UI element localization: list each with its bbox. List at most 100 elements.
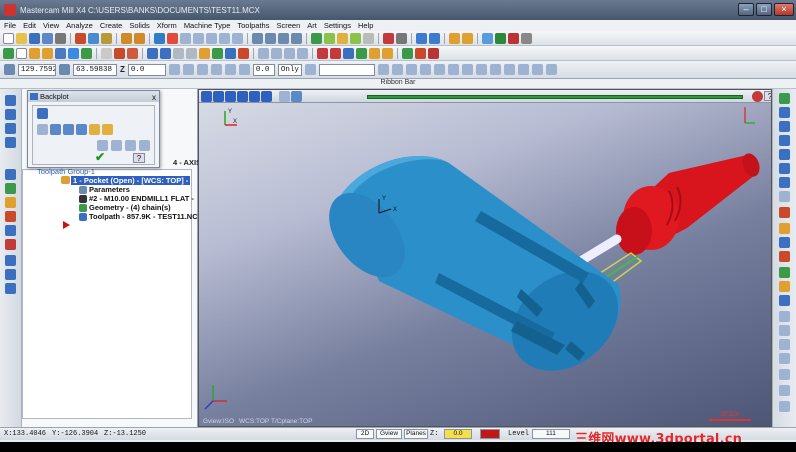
solid-loft-icon[interactable] xyxy=(238,47,249,59)
ribbon-option-icon[interactable] xyxy=(503,64,515,75)
ribbon-option-icon[interactable] xyxy=(475,64,487,75)
options-icon[interactable] xyxy=(111,140,122,151)
stock-setup-icon[interactable] xyxy=(428,47,439,59)
x-coordinate-field[interactable]: 129.7592 xyxy=(18,63,56,76)
analyze-icon[interactable] xyxy=(383,32,394,44)
plane-icon[interactable] xyxy=(779,237,790,248)
verify-icon[interactable] xyxy=(482,32,493,44)
level-manager-icon[interactable] xyxy=(779,267,790,278)
dynamic-rotate-icon[interactable] xyxy=(779,177,790,188)
gview-top-icon[interactable] xyxy=(252,32,263,44)
help-question-icon[interactable]: ? xyxy=(133,153,145,163)
unblank-icon[interactable] xyxy=(779,339,790,350)
fit-icon[interactable] xyxy=(167,32,178,44)
circle-icon[interactable] xyxy=(29,47,40,59)
attributes-icon[interactable] xyxy=(429,32,440,44)
color-swatch[interactable] xyxy=(480,429,500,439)
menu-analyze[interactable]: Analyze xyxy=(66,21,93,30)
delete-ops-icon[interactable] xyxy=(5,269,16,280)
expand-arrow-icon[interactable] xyxy=(37,108,48,119)
offset-icon[interactable] xyxy=(271,47,282,59)
vcr-help-icon[interactable]: ? xyxy=(764,91,771,101)
point-icon[interactable] xyxy=(3,47,14,59)
menu-file[interactable]: File xyxy=(4,21,16,30)
menu-create[interactable]: Create xyxy=(100,21,123,30)
delete-icon[interactable] xyxy=(396,32,407,44)
menu-settings[interactable]: Settings xyxy=(324,21,351,30)
hidden-line-icon[interactable] xyxy=(337,32,348,44)
ribbon-option-icon[interactable] xyxy=(377,64,389,75)
ribbon-option-icon[interactable] xyxy=(531,64,543,75)
zoom-out-icon[interactable] xyxy=(206,32,217,44)
levels-icon[interactable] xyxy=(416,32,427,44)
surface-finish-icon[interactable] xyxy=(382,47,393,59)
solids-manager-icon[interactable] xyxy=(5,109,16,120)
right-view-icon[interactable] xyxy=(779,135,790,146)
zoom-window-icon[interactable] xyxy=(180,32,191,44)
save-icon[interactable] xyxy=(29,32,40,44)
text-icon[interactable] xyxy=(101,47,112,59)
gview-iso-icon[interactable] xyxy=(291,32,302,44)
menu-edit[interactable]: Edit xyxy=(23,21,36,30)
menu-art[interactable]: Art xyxy=(307,21,317,30)
iso-view-icon[interactable] xyxy=(779,149,790,160)
level-field[interactable]: 111 xyxy=(532,429,570,439)
chain-icon[interactable] xyxy=(779,281,790,292)
ribbon-option-icon[interactable] xyxy=(461,64,473,75)
gview-side-icon[interactable] xyxy=(278,32,289,44)
ribbon-option-icon[interactable] xyxy=(210,64,222,75)
tree-item-tool[interactable]: #2 - M10.00 ENDMILL1 FLAT - xyxy=(89,194,194,203)
tree-item-pocket[interactable]: 1 - Pocket (Open) - [WCS: TOP] - xyxy=(71,176,191,185)
menu-view[interactable]: View xyxy=(43,21,59,30)
ok-checkmark-icon[interactable]: ✔ xyxy=(95,150,105,164)
help-icon[interactable] xyxy=(521,32,532,44)
ribbon-option-icon[interactable] xyxy=(545,64,557,75)
display-tool-icon[interactable] xyxy=(37,124,48,135)
pan-icon[interactable] xyxy=(779,191,790,202)
menu-toolpaths[interactable]: Toolpaths xyxy=(237,21,269,30)
pocket-icon[interactable] xyxy=(330,47,341,59)
play-icon[interactable] xyxy=(201,91,212,102)
group-icon[interactable] xyxy=(779,353,790,364)
ribbon-option-icon[interactable] xyxy=(182,64,194,75)
new-file-icon[interactable] xyxy=(3,32,14,44)
stop-icon[interactable] xyxy=(213,91,224,102)
solid-extrude-icon[interactable] xyxy=(199,47,210,59)
ribbon-option-icon[interactable] xyxy=(304,64,316,75)
pattern-icon[interactable] xyxy=(779,251,790,262)
close-button[interactable]: × xyxy=(774,3,794,16)
zoom-target-icon[interactable] xyxy=(232,32,243,44)
ribbon-option-icon[interactable] xyxy=(168,64,180,75)
face-icon[interactable] xyxy=(356,47,367,59)
mask-icon[interactable] xyxy=(779,311,790,322)
solid-revolve-icon[interactable] xyxy=(212,47,223,59)
fast-point-icon[interactable] xyxy=(4,64,15,75)
rotate-view-icon[interactable] xyxy=(779,163,790,174)
arc-icon[interactable] xyxy=(42,47,53,59)
tree-item-parameters[interactable]: Parameters xyxy=(89,185,130,194)
save-icon[interactable] xyxy=(139,140,150,151)
xform-translate-icon[interactable] xyxy=(449,32,460,44)
step-back-icon[interactable] xyxy=(237,91,248,102)
ribbon-option-icon[interactable] xyxy=(433,64,445,75)
open-folder-icon[interactable] xyxy=(16,32,27,44)
display-entity-icon[interactable] xyxy=(76,124,87,135)
trace-icon[interactable] xyxy=(125,140,136,151)
rewind-icon[interactable] xyxy=(225,91,236,102)
regen-selected-icon[interactable] xyxy=(5,169,16,180)
mode-2d-button[interactable]: 2D xyxy=(356,429,374,439)
repaint-icon[interactable] xyxy=(154,32,165,44)
stop-record-icon[interactable] xyxy=(752,91,763,102)
undo-icon[interactable] xyxy=(121,32,132,44)
selection-mode-field[interactable] xyxy=(318,63,375,76)
maximize-button[interactable]: □ xyxy=(756,3,772,16)
motion-display-icon[interactable] xyxy=(291,91,302,102)
menu-xform[interactable]: Xform xyxy=(157,21,177,30)
backplot-progress-bar[interactable] xyxy=(367,95,743,99)
mirror-icon[interactable] xyxy=(258,47,269,59)
ribbon-option-icon[interactable] xyxy=(224,64,236,75)
dimension-icon[interactable] xyxy=(147,47,158,59)
rectangle-icon[interactable] xyxy=(68,47,79,59)
gview-button[interactable]: Gview xyxy=(376,429,402,439)
contour-icon[interactable] xyxy=(317,47,328,59)
